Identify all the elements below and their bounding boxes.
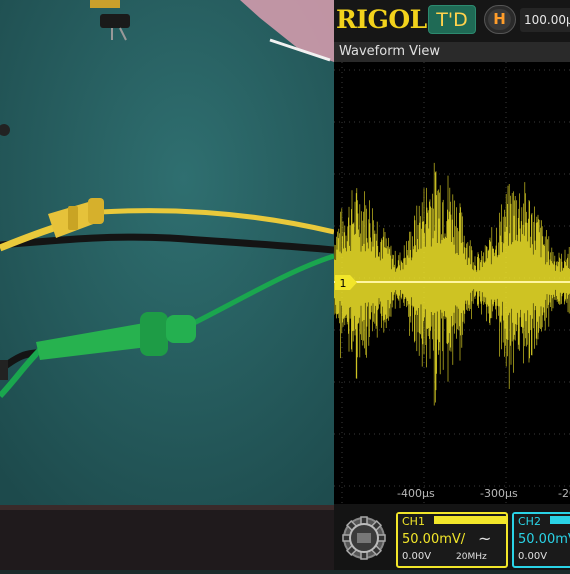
waveform-plot[interactable]: [334, 62, 570, 504]
oscilloscope-screen: RIGOL T'D H 100.00µs Waveform View -400µ…: [334, 0, 570, 570]
navigation-gear-icon[interactable]: [340, 514, 388, 562]
ch1-level-marker[interactable]: 1: [335, 275, 357, 290]
time-tick-label: -300µs: [480, 487, 518, 500]
ch1-color-bar: [434, 516, 506, 524]
ch2-label: CH2: [518, 515, 541, 528]
top-status-bar: RIGOL T'D H 100.00µs: [334, 0, 570, 42]
waveform-view-title: Waveform View: [334, 42, 570, 62]
ac-coupling-icon: ~: [478, 529, 492, 548]
ch2-vertical-scale: 50.00mV: [518, 532, 570, 547]
horizontal-label: H: [488, 9, 511, 30]
bench-photo: [0, 0, 335, 570]
ch1-channel-card[interactable]: CH1 50.00mV/ ~ 0.00V 20MHz: [396, 512, 508, 568]
ch1-label: CH1: [398, 514, 436, 529]
ch2-channel-card[interactable]: CH2 50.00mV 0.00V: [512, 512, 570, 568]
rigol-logo[interactable]: RIGOL: [336, 4, 427, 36]
horizontal-button[interactable]: H: [484, 5, 516, 34]
ch1-waveform-trace: [334, 162, 570, 406]
waveform-svg: [334, 62, 570, 504]
ch2-header: CH2: [514, 514, 570, 529]
ch1-offset: 0.00V: [402, 551, 432, 562]
time-tick-label: -20: [558, 487, 570, 500]
ch2-offset: 0.00V: [518, 551, 548, 562]
timebase-readout[interactable]: 100.00µs: [520, 8, 570, 32]
time-tick-label: -400µs: [397, 487, 435, 500]
channel-bar: CH1 50.00mV/ ~ 0.00V 20MHz CH2 50.00mV 0…: [334, 504, 570, 570]
ch1-marker-label: 1: [340, 277, 347, 290]
ch1-bandwidth-limit: 20MHz: [456, 552, 487, 562]
ch2-color-bar: [550, 516, 570, 524]
trigger-status-button[interactable]: T'D: [428, 5, 476, 34]
ch1-vertical-scale: 50.00mV/: [402, 532, 466, 547]
ch1-header: CH1: [398, 514, 506, 529]
